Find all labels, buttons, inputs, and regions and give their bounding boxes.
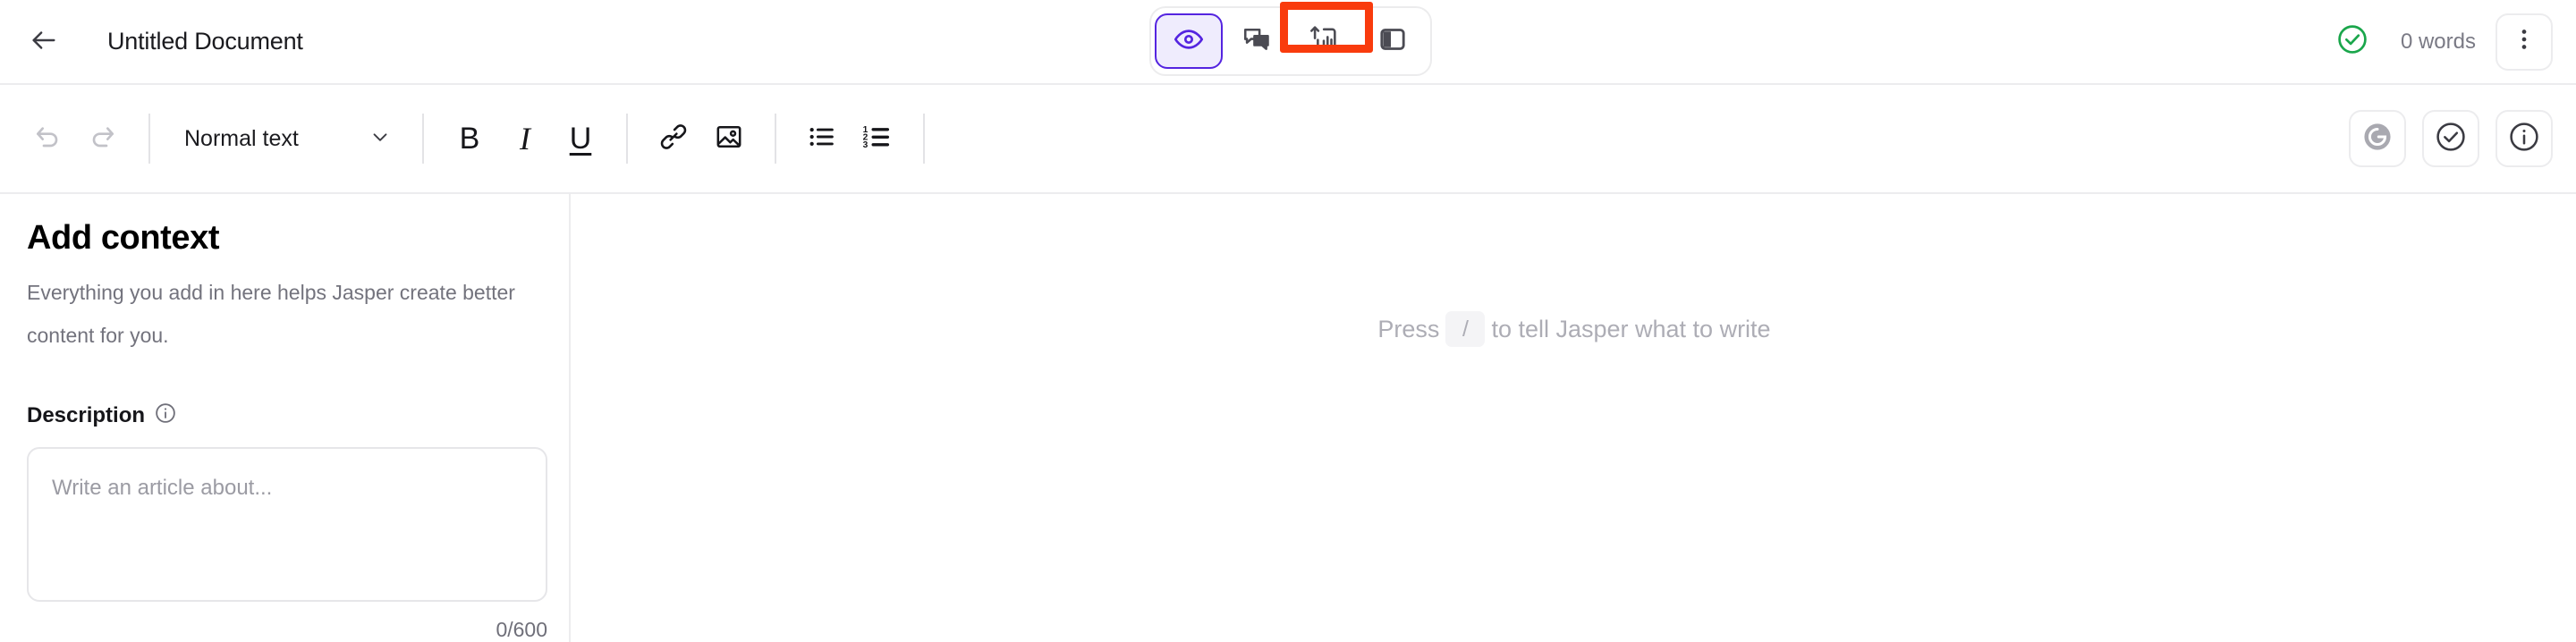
view-mode-analytics-button[interactable]	[1291, 13, 1359, 69]
image-icon	[714, 122, 744, 156]
text-style-label: Normal text	[184, 125, 299, 151]
header-right-actions: 0 words	[2324, 0, 2553, 83]
view-mode-comments-button[interactable]	[1223, 13, 1291, 69]
description-label-row: Description	[27, 401, 177, 429]
document-title[interactable]: Untitled Document	[107, 0, 303, 83]
italic-button[interactable]: I	[497, 111, 553, 166]
bold-button[interactable]: B	[442, 111, 497, 166]
editor-placeholder-prefix: Press	[1377, 315, 1440, 342]
chevron-down-icon	[369, 125, 392, 153]
description-input[interactable]: Write an article about...	[27, 447, 547, 602]
svg-text:3: 3	[863, 140, 869, 150]
info-circle-icon[interactable]	[154, 401, 177, 429]
toolbar-divider	[923, 114, 925, 164]
check-circle-icon	[2335, 22, 2369, 61]
eye-icon	[1174, 24, 1204, 59]
check-circle-icon	[2434, 120, 2468, 158]
undo-button[interactable]	[20, 111, 75, 166]
document-canvas[interactable]: Press / to tell Jasper what to write	[572, 194, 2576, 642]
numbered-list-button[interactable]: 1 2 3	[850, 111, 905, 166]
formatting-toolbar-controls: Normal text B I U 1 2 3	[20, 85, 943, 192]
underline-button[interactable]: U	[553, 111, 608, 166]
editor-placeholder: Press / to tell Jasper what to write	[572, 311, 2576, 347]
more-options-button[interactable]	[2496, 13, 2553, 71]
side-panel-icon	[1377, 24, 1408, 59]
info-button[interactable]	[2496, 110, 2553, 167]
comment-bubbles-icon	[1241, 24, 1272, 59]
grammarly-button[interactable]	[2349, 110, 2406, 167]
redo-icon	[89, 122, 117, 156]
grammarly-icon	[2360, 120, 2394, 158]
redo-button[interactable]	[75, 111, 131, 166]
view-mode-segmented-control	[1149, 6, 1432, 76]
toolbar-divider	[148, 114, 150, 164]
view-mode-panel-button[interactable]	[1359, 13, 1427, 69]
toolbar-divider	[626, 114, 628, 164]
description-label: Description	[27, 402, 146, 427]
back-button[interactable]	[23, 21, 64, 63]
app-header: Untitled Document 0 words	[0, 0, 2576, 85]
description-placeholder: Write an article about...	[52, 476, 273, 500]
editor-placeholder-suffix: to tell Jasper what to write	[1491, 315, 1771, 342]
insert-link-button[interactable]	[646, 111, 701, 166]
toolbar-divider	[422, 114, 424, 164]
sidebar-subtitle: Everything you add in here helps Jasper …	[27, 281, 515, 347]
bold-label: B	[459, 122, 480, 156]
context-sidebar: Add context Everything you add in here h…	[0, 194, 571, 642]
arrow-left-icon	[29, 25, 59, 60]
underline-label: U	[569, 122, 592, 156]
content-check-button[interactable]	[2422, 110, 2479, 167]
info-circle-icon	[2507, 120, 2541, 158]
view-mode-preview-button[interactable]	[1155, 13, 1223, 69]
word-count-label: 0 words	[2400, 29, 2476, 54]
insert-image-button[interactable]	[701, 111, 757, 166]
undo-icon	[33, 122, 62, 156]
text-style-dropdown[interactable]: Normal text	[168, 111, 404, 166]
bullet-list-button[interactable]	[794, 111, 850, 166]
document-status-button[interactable]	[2324, 13, 2381, 71]
bullet-list-icon	[807, 122, 837, 156]
italic-label: I	[520, 121, 530, 156]
numbered-list-icon: 1 2 3	[862, 122, 893, 156]
sidebar-heading: Add context	[27, 219, 220, 257]
chart-upload-icon	[1309, 24, 1340, 59]
toolbar-divider	[775, 114, 776, 164]
more-vertical-icon	[2511, 26, 2538, 57]
description-character-counter: 0/600	[496, 618, 547, 641]
slash-key-badge: /	[1445, 311, 1486, 347]
jasper-document-editor: Untitled Document 0 words Normal text B …	[0, 0, 2576, 642]
link-icon	[658, 122, 689, 156]
formatting-toolbar: Normal text B I U 1 2 3	[0, 85, 2576, 194]
toolbar-right-actions	[2349, 85, 2553, 192]
